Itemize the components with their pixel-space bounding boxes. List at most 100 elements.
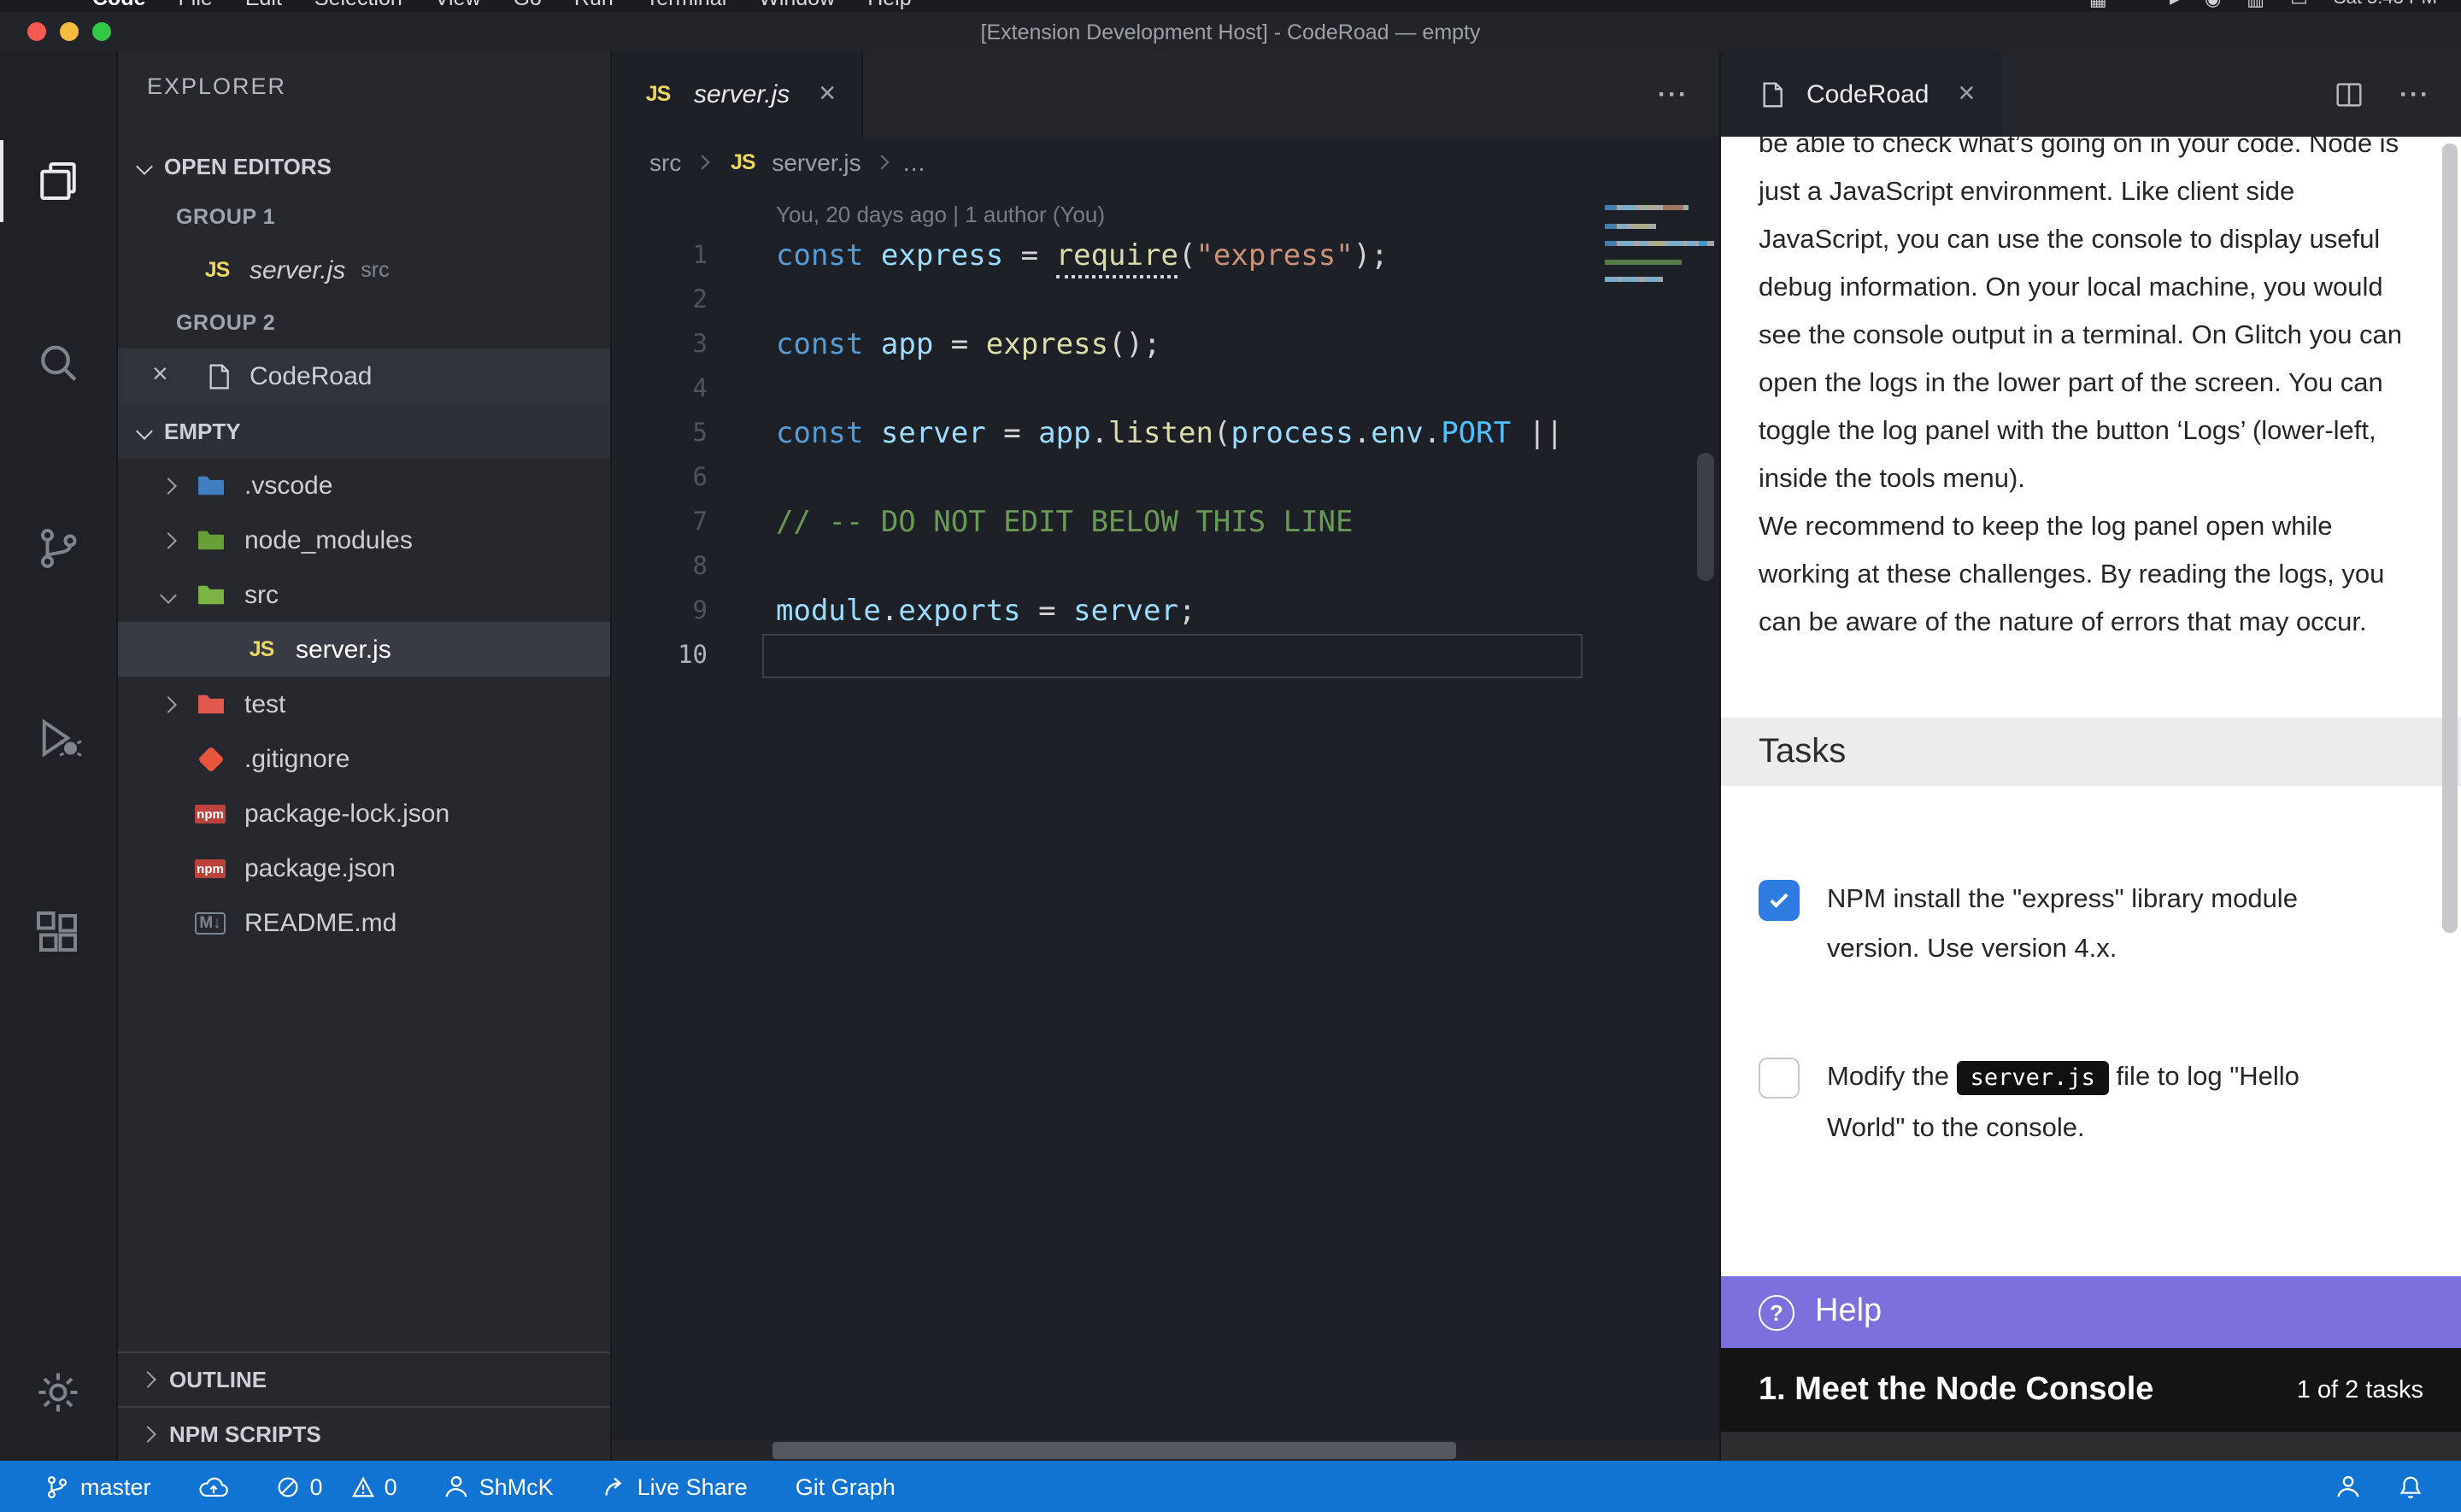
menubar-status-icon[interactable]: ◉	[2205, 0, 2221, 9]
help-section[interactable]: ? Help	[1721, 1276, 2461, 1348]
menu-view[interactable]: View	[435, 0, 481, 10]
code-line-1: 1const express = require("express");	[612, 234, 1719, 278]
activity-settings-button[interactable]	[0, 1327, 116, 1457]
gitlens-annotation[interactable]: You, 20 days ago | 1 author (You)	[776, 202, 1719, 231]
tree-item-package-json[interactable]: npmpackage.json	[118, 841, 610, 895]
editor-tab-server-js[interactable]: JSserver.js×	[612, 51, 863, 137]
menu-window[interactable]: Window	[759, 0, 835, 10]
menu-bar-status: ▦◔▸◉▥▭Sat 5:43 PM	[2089, 0, 2461, 9]
activity-explorer-button[interactable]	[0, 116, 116, 246]
task-text: NPM install the "express" library module…	[1827, 875, 2367, 974]
code-line-7: 7// -- DO NOT EDIT BELOW THIS LINE	[612, 501, 1719, 545]
person-icon	[2336, 1474, 2360, 1498]
breadcrumb-label: …	[902, 149, 926, 176]
task-checkbox[interactable]	[1759, 1058, 1800, 1099]
tree-item-vscode[interactable]: .vscode	[118, 458, 610, 513]
chevron-down-icon	[136, 422, 153, 439]
person-icon	[445, 1474, 469, 1498]
vscode-window: Code File Edit Selection View Go Run Terminal Wi…	[0, 0, 2461, 1512]
close-window-button[interactable]	[27, 22, 46, 41]
vertical-scrollbar[interactable]	[1697, 453, 1714, 581]
close-tab-icon[interactable]: ×	[1958, 77, 1975, 111]
menu-help[interactable]: Help	[867, 0, 911, 10]
menu-selection[interactable]: Selection	[314, 0, 402, 10]
status-sync[interactable]	[199, 1475, 230, 1497]
activity-run-debug-button[interactable]	[0, 673, 116, 803]
panel-tab-coderoad[interactable]: CodeRoad×	[1721, 51, 2000, 137]
tree-item-node-modules[interactable]: node_modules	[118, 513, 610, 567]
tasks-section-header: Tasks	[1721, 718, 2461, 786]
menubar-status-icon[interactable]: ▭	[2290, 0, 2308, 9]
editor-tab-bar: JSserver.js× ···	[612, 51, 1719, 137]
folder-vscode-icon	[190, 470, 231, 501]
activity-extensions-button[interactable]	[0, 868, 116, 998]
activity-source-control-button[interactable]	[0, 483, 116, 613]
status-problems[interactable]: 00	[278, 1474, 397, 1499]
file-icon	[1750, 79, 1791, 109]
webview-scrollbar[interactable]	[2442, 144, 2458, 933]
cloud-upload-icon	[199, 1475, 230, 1497]
horizontal-scrollbar-thumb[interactable]	[772, 1442, 1456, 1459]
section-outline[interactable]: OUTLINE	[118, 1351, 610, 1406]
section-npm-scripts[interactable]: NPM SCRIPTS	[118, 1406, 610, 1461]
lesson-progress-bar[interactable]: 1. Meet the Node Console 1 of 2 tasks	[1721, 1348, 2461, 1432]
open-editors-header[interactable]: OPEN EDITORS	[118, 140, 610, 191]
line-number: 8	[612, 554, 721, 581]
menu-go[interactable]: Go	[514, 0, 542, 10]
title-bar: [Extension Development Host] - CodeRoad …	[0, 12, 2461, 51]
tree-item-src[interactable]: src	[118, 567, 610, 622]
horizontal-scrollbar-track[interactable]	[612, 1440, 1719, 1461]
status-label: ShMcK	[479, 1474, 554, 1499]
split-editor-button[interactable]	[2333, 78, 2365, 110]
tree-item-test[interactable]: test	[118, 677, 610, 731]
close-editor-icon[interactable]: ×	[152, 360, 197, 391]
tree-item-gitignore[interactable]: .gitignore	[118, 731, 610, 786]
close-tab-icon[interactable]: ×	[819, 77, 836, 111]
breadcrumb-item-src[interactable]: src	[649, 149, 681, 176]
workspace-header[interactable]: EMPTY	[118, 403, 610, 458]
status-live-share[interactable]: Live Share	[602, 1474, 748, 1499]
explorer-sidebar: EXPLORER OPEN EDITORS GROUP 1JSserver.js…	[118, 51, 612, 1461]
status-notifications[interactable]	[2398, 1474, 2423, 1499]
minimize-window-button[interactable]	[60, 22, 79, 41]
menu-code[interactable]: Code	[92, 0, 146, 10]
help-label: Help	[1815, 1293, 1882, 1331]
breadcrumb-item-[interactable]: …	[902, 149, 926, 176]
task-text: Modify the server.js file to log "Hello …	[1827, 1052, 2367, 1152]
status-label: master	[80, 1474, 151, 1499]
menubar-status-icon[interactable]: ◔	[2133, 0, 2144, 9]
tree-item-package-lock-json[interactable]: npmpackage-lock.json	[118, 786, 610, 841]
status-bar-right	[2336, 1474, 2423, 1499]
menubar-status-icon[interactable]: ▥	[2247, 0, 2264, 9]
status-bar: master 00 ShMcK Live Share Git Graph	[0, 1461, 2461, 1512]
status-git-graph[interactable]: Git Graph	[796, 1474, 896, 1499]
line-number: 10	[612, 642, 721, 670]
breadcrumb-item-server-js[interactable]: JSserver.js	[722, 147, 860, 178]
code-line-10: 10	[612, 634, 1719, 678]
task-item-2: Modify the server.js file to log "Hello …	[1721, 1052, 2461, 1152]
status-branch[interactable]: master	[44, 1474, 151, 1499]
tree-item-readme-md[interactable]: M↓README.md	[118, 895, 610, 950]
open-editor-server-js[interactable]: JSserver.jssrc	[118, 243, 610, 297]
editor-more-actions-button[interactable]: ···	[1658, 79, 1689, 108]
activity-search-button[interactable]	[0, 299, 116, 429]
panel-more-actions-button[interactable]: ···	[2399, 79, 2430, 108]
tree-item-label: test	[244, 689, 285, 718]
menu-terminal[interactable]: Terminal	[646, 0, 727, 10]
menubar-status-icon[interactable]: ▸	[2170, 0, 2179, 9]
status-account[interactable]: ShMcK	[445, 1474, 554, 1499]
code-editor[interactable]: You, 20 days ago | 1 author (You) 1const…	[612, 188, 1719, 1461]
tree-item-label: src	[244, 580, 279, 609]
open-editor-coderoad[interactable]: ×CodeRoad	[118, 349, 610, 403]
task-checkbox[interactable]	[1759, 880, 1800, 921]
menu-edit[interactable]: Edit	[245, 0, 282, 10]
minimap[interactable]	[1595, 188, 1719, 1440]
line-number: 7	[612, 509, 721, 536]
menubar-status-icon[interactable]: ▦	[2089, 0, 2107, 9]
breadcrumb-label: src	[649, 149, 681, 176]
menu-run[interactable]: Run	[574, 0, 614, 10]
maximize-window-button[interactable]	[92, 22, 111, 41]
menu-file[interactable]: File	[179, 0, 213, 10]
status-feedback[interactable]	[2336, 1474, 2360, 1498]
tree-item-server-js[interactable]: JSserver.js	[118, 622, 610, 677]
